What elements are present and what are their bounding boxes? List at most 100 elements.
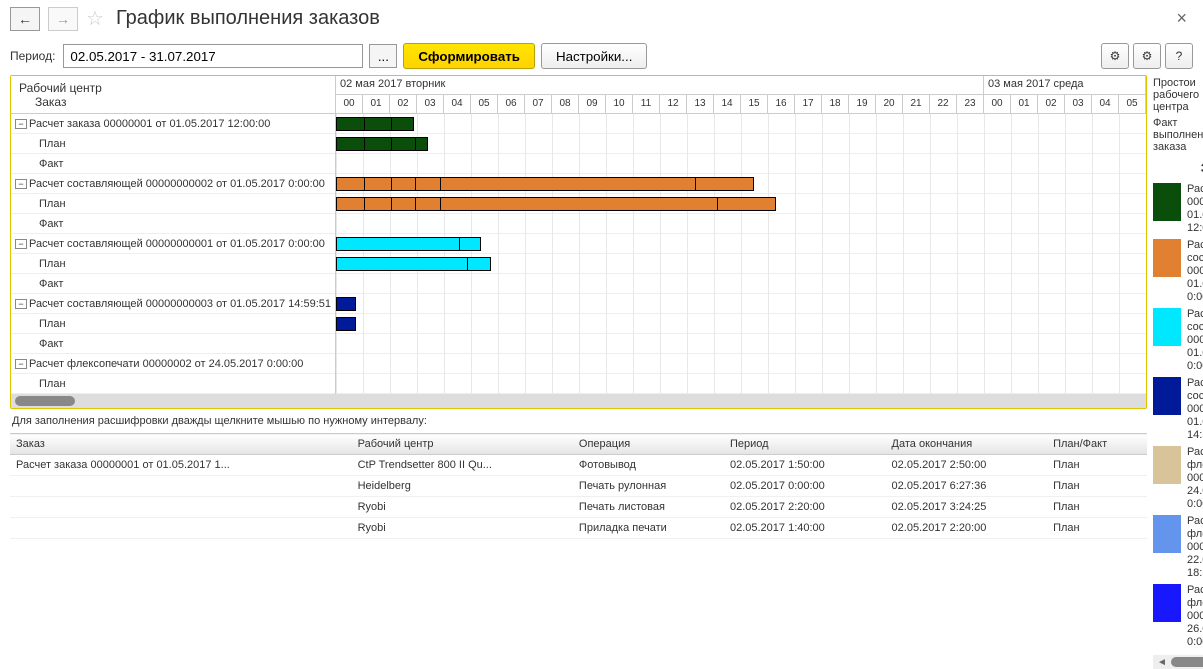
gantt-row-bars[interactable] xyxy=(336,134,1146,154)
table-cell: Heidelberg xyxy=(352,476,573,497)
gantt-bar[interactable] xyxy=(336,297,356,311)
legend-hscrollbar[interactable]: ◄► xyxy=(1153,655,1203,669)
hour-header: 11 xyxy=(633,95,660,113)
legend-panel: Простои рабочего центра Факт выполнения … xyxy=(1153,75,1203,669)
gantt-row-label[interactable]: −Расчет составляющей 00000000003 от 01.0… xyxy=(11,294,335,314)
gantt-row-label[interactable]: План xyxy=(11,194,335,214)
table-header[interactable]: Период xyxy=(724,434,886,455)
gantt-bar[interactable] xyxy=(336,137,428,151)
period-input[interactable] xyxy=(63,44,363,68)
gantt-row-bars[interactable] xyxy=(336,114,1146,134)
gantt-chart: Рабочий центр Заказ −Расчет заказа 00000… xyxy=(10,75,1147,409)
table-cell: План xyxy=(1047,455,1147,476)
table-row[interactable]: HeidelbergПечать рулонная02.05.2017 0:00… xyxy=(10,476,1147,497)
gantt-row-label[interactable]: −Расчет составляющей 00000000002 от 01.0… xyxy=(11,174,335,194)
table-cell: Приладка печати xyxy=(573,518,724,539)
expand-icon[interactable]: − xyxy=(15,239,27,249)
gantt-row-bars[interactable] xyxy=(336,314,1146,334)
generate-button[interactable]: Сформировать xyxy=(403,43,535,69)
legend-item[interactable]: Расчет флексопечати 00000005 от 26.05.20… xyxy=(1153,582,1203,651)
gantt-left-header-2: Заказ xyxy=(19,95,327,109)
gantt-row-bars[interactable] xyxy=(336,334,1146,354)
gantt-bar[interactable] xyxy=(336,317,356,331)
gantt-row-label[interactable]: Факт xyxy=(11,334,335,354)
expand-icon[interactable]: − xyxy=(15,179,27,189)
legend-item[interactable]: Расчет составляющей 00000000002 от 01.05… xyxy=(1153,237,1203,306)
gantt-row-bars[interactable] xyxy=(336,254,1146,274)
day-header: 02 мая 2017 вторник xyxy=(336,76,984,94)
table-header[interactable]: Рабочий центр xyxy=(352,434,573,455)
gantt-row-label[interactable]: План xyxy=(11,374,335,394)
table-header[interactable]: Дата окончания xyxy=(886,434,1048,455)
gantt-row-bars[interactable] xyxy=(336,374,1146,394)
table-cell: Ryobi xyxy=(352,497,573,518)
legend-text: Расчет заказа 00000001 от 01.05.2017 12:… xyxy=(1187,183,1203,235)
legend-item[interactable]: Расчет составляющей 00000000003 от 01.05… xyxy=(1153,375,1203,444)
gantt-bar[interactable] xyxy=(336,177,754,191)
gantt-row-label[interactable]: −Расчет составляющей 00000000001 от 01.0… xyxy=(11,234,335,254)
gantt-bar[interactable] xyxy=(336,117,414,131)
period-picker-button[interactable]: ... xyxy=(369,44,397,68)
legend-swatch xyxy=(1153,377,1181,415)
gear2-icon[interactable]: ⚙ xyxy=(1133,43,1161,69)
expand-icon[interactable]: − xyxy=(15,299,27,309)
table-row[interactable]: RyobiПечать листовая02.05.2017 2:20:0002… xyxy=(10,497,1147,518)
gantt-row-label[interactable]: План xyxy=(11,134,335,154)
table-cell: 02.05.2017 2:20:00 xyxy=(724,497,886,518)
hint-text: Для заполнения расшифровки дважды щелкни… xyxy=(10,409,1147,433)
gantt-row-label[interactable]: Факт xyxy=(11,274,335,294)
expand-icon[interactable]: − xyxy=(15,119,27,129)
help-button[interactable]: ? xyxy=(1165,43,1193,69)
gantt-row-label[interactable]: План xyxy=(11,254,335,274)
table-cell: Расчет заказа 00000001 от 01.05.2017 1..… xyxy=(10,455,352,476)
hour-header: 22 xyxy=(930,95,957,113)
settings-button[interactable]: Настройки... xyxy=(541,43,647,69)
forward-button[interactable]: → xyxy=(48,7,78,31)
legend-item[interactable]: Расчет флексопечати 00000002 от 24.05.20… xyxy=(1153,444,1203,513)
hour-header: 19 xyxy=(849,95,876,113)
favorite-icon[interactable]: ☆ xyxy=(86,6,104,31)
gantt-row-bars[interactable] xyxy=(336,234,1146,254)
table-cell: Печать листовая xyxy=(573,497,724,518)
gantt-row-label[interactable]: Факт xyxy=(11,214,335,234)
hour-header: 00 xyxy=(984,95,1011,113)
table-row[interactable]: RyobiПриладка печати02.05.2017 1:40:0002… xyxy=(10,518,1147,539)
gantt-row-bars[interactable] xyxy=(336,274,1146,294)
table-header[interactable]: Операция xyxy=(573,434,724,455)
table-header[interactable]: Заказ xyxy=(10,434,352,455)
hour-header: 10 xyxy=(606,95,633,113)
gantt-row-label[interactable]: Факт xyxy=(11,154,335,174)
hour-header: 04 xyxy=(444,95,471,113)
gantt-bar[interactable] xyxy=(336,237,481,251)
hour-header: 12 xyxy=(660,95,687,113)
gantt-row-label[interactable]: −Расчет флексопечати 00000002 от 24.05.2… xyxy=(11,354,335,374)
close-icon[interactable]: × xyxy=(1170,8,1193,29)
hour-header: 01 xyxy=(363,95,390,113)
table-header[interactable]: План/Факт xyxy=(1047,434,1147,455)
gear1-icon[interactable]: ⚙ xyxy=(1101,43,1129,69)
hour-header: 06 xyxy=(498,95,525,113)
legend-item[interactable]: Расчет составляющей 00000000001 от 01.05… xyxy=(1153,306,1203,375)
table-row[interactable]: Расчет заказа 00000001 от 01.05.2017 1..… xyxy=(10,455,1147,476)
table-cell: Фотовывод xyxy=(573,455,724,476)
gantt-bar[interactable] xyxy=(336,197,776,211)
gantt-row-bars[interactable] xyxy=(336,154,1146,174)
back-button[interactable]: ← xyxy=(10,7,40,31)
gantt-row-label[interactable]: План xyxy=(11,314,335,334)
period-label: Период: xyxy=(10,49,55,63)
gantt-hscrollbar[interactable] xyxy=(11,394,1146,408)
gantt-row-bars[interactable] xyxy=(336,294,1146,314)
legend-item[interactable]: Расчет заказа 00000001 от 01.05.2017 12:… xyxy=(1153,181,1203,237)
expand-icon[interactable]: − xyxy=(15,359,27,369)
legend-item[interactable]: Расчет флексопечати 00000004 от 22.05.20… xyxy=(1153,513,1203,582)
legend-text: Расчет флексопечати 00000004 от 22.05.20… xyxy=(1187,515,1203,580)
gantt-row-bars[interactable] xyxy=(336,354,1146,374)
gantt-row-label[interactable]: −Расчет заказа 00000001 от 01.05.2017 12… xyxy=(11,114,335,134)
hour-header: 15 xyxy=(741,95,768,113)
gantt-row-bars[interactable] xyxy=(336,194,1146,214)
table-cell: CtP Trendsetter 800 II Qu... xyxy=(352,455,573,476)
table-cell: Печать рулонная xyxy=(573,476,724,497)
gantt-bar[interactable] xyxy=(336,257,491,271)
gantt-row-bars[interactable] xyxy=(336,214,1146,234)
gantt-row-bars[interactable] xyxy=(336,174,1146,194)
